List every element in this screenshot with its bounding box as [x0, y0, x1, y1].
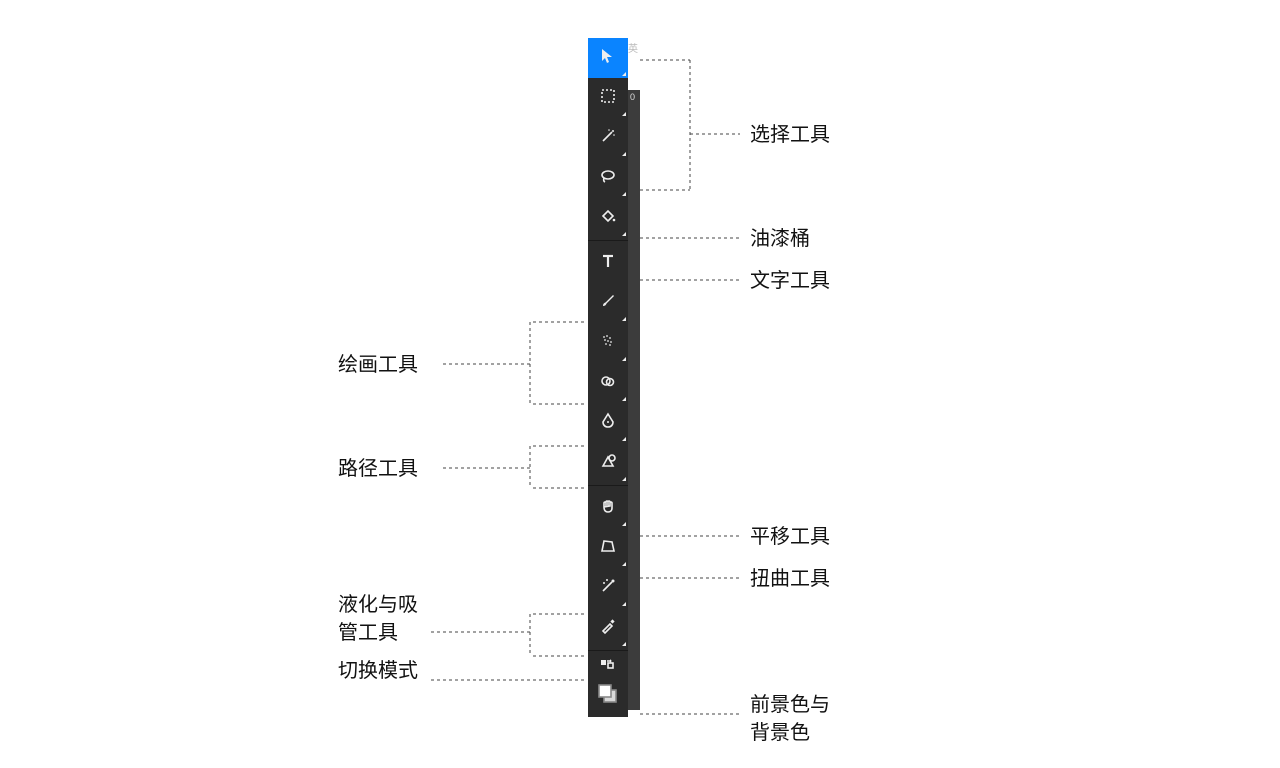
spray-tool[interactable]: [588, 323, 628, 363]
flyout-indicator-icon: [622, 522, 626, 526]
pen-tool[interactable]: [588, 403, 628, 443]
lasso-icon: [599, 167, 617, 190]
flyout-indicator-icon: [622, 437, 626, 441]
label-bucket: 油漆桶: [750, 226, 810, 253]
lasso-tool[interactable]: [588, 158, 628, 198]
label-liquify-l2: 管工具: [338, 620, 398, 647]
label-distort: 扭曲工具: [750, 566, 830, 593]
label-path: 路径工具: [338, 456, 418, 483]
flyout-indicator-icon: [622, 232, 626, 236]
diagram-stage: 英 0: [0, 0, 1280, 768]
perspective-icon: [599, 537, 617, 560]
wand-tool[interactable]: [588, 118, 628, 158]
smudge-tool[interactable]: [588, 363, 628, 403]
label-liquify-l1: 液化与吸: [338, 592, 418, 619]
flyout-indicator-icon: [622, 152, 626, 156]
label-toggle: 切换模式: [338, 658, 418, 685]
color-swatches[interactable]: [588, 679, 628, 713]
brush-tool[interactable]: [588, 283, 628, 323]
label-text: 文字工具: [750, 268, 830, 295]
shape-tool[interactable]: [588, 443, 628, 483]
eyedropper-tool[interactable]: [588, 608, 628, 648]
flyout-indicator-icon: [622, 317, 626, 321]
swap-mode[interactable]: [588, 653, 628, 679]
hand-icon: [599, 497, 617, 520]
brush-icon: [599, 292, 617, 315]
label-fgbg-l2: 背景色: [750, 720, 810, 747]
label-fgbg-l1: 前景色与: [750, 692, 830, 719]
flyout-indicator-icon: [622, 357, 626, 361]
label-drawing: 绘画工具: [338, 352, 418, 379]
separator: [588, 485, 628, 486]
shape-icon: [599, 452, 617, 475]
text-icon: [599, 252, 617, 275]
flyout-indicator-icon: [622, 642, 626, 646]
flyout-indicator-icon: [622, 477, 626, 481]
swap-mode-icon: [599, 657, 617, 675]
marquee-icon: [599, 87, 617, 110]
smudge-icon: [599, 372, 617, 395]
hand-tool[interactable]: [588, 488, 628, 528]
eyedropper-icon: [599, 617, 617, 640]
flyout-indicator-icon: [622, 72, 626, 76]
label-select: 选择工具: [750, 122, 830, 149]
color-swatches-icon: [597, 683, 619, 710]
toolbar-wrap: [588, 38, 640, 717]
callout-lines: [0, 0, 1280, 768]
flyout-indicator-icon: [622, 602, 626, 606]
separator: [588, 240, 628, 241]
text-tool[interactable]: [588, 243, 628, 283]
liquify-icon: [599, 577, 617, 600]
flyout-indicator-icon: [622, 192, 626, 196]
wand-icon: [599, 127, 617, 150]
move-icon: [599, 47, 617, 70]
perspective-tool[interactable]: [588, 528, 628, 568]
marquee-tool[interactable]: [588, 78, 628, 118]
spray-icon: [599, 332, 617, 355]
toolbar: [588, 38, 628, 717]
pen-icon: [599, 412, 617, 435]
separator: [588, 650, 628, 651]
liquify-tool[interactable]: [588, 568, 628, 608]
bucket-tool[interactable]: [588, 198, 628, 238]
flyout-indicator-icon: [622, 562, 626, 566]
flyout-indicator-icon: [622, 112, 626, 116]
bucket-icon: [599, 207, 617, 230]
label-pan: 平移工具: [750, 524, 830, 551]
move-tool[interactable]: [588, 38, 628, 78]
flyout-indicator-icon: [622, 397, 626, 401]
